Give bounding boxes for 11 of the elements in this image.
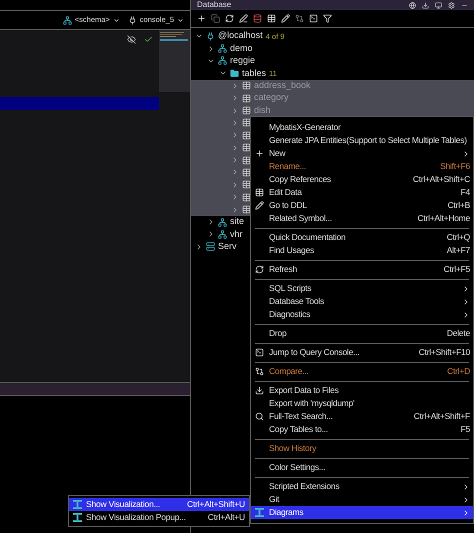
node-label: reggie (230, 54, 256, 68)
node-label: @localhost (218, 29, 263, 42)
node-label: tables (242, 66, 266, 80)
node-label: demo (230, 42, 253, 55)
node-label: dish (254, 104, 271, 117)
node-label: vhr (230, 228, 243, 241)
node-label: address_book (254, 79, 311, 92)
node-label: category (254, 91, 289, 104)
node-label: site (230, 215, 244, 228)
panel-title: Database (197, 1, 232, 9)
node-label: Serv (218, 240, 237, 254)
